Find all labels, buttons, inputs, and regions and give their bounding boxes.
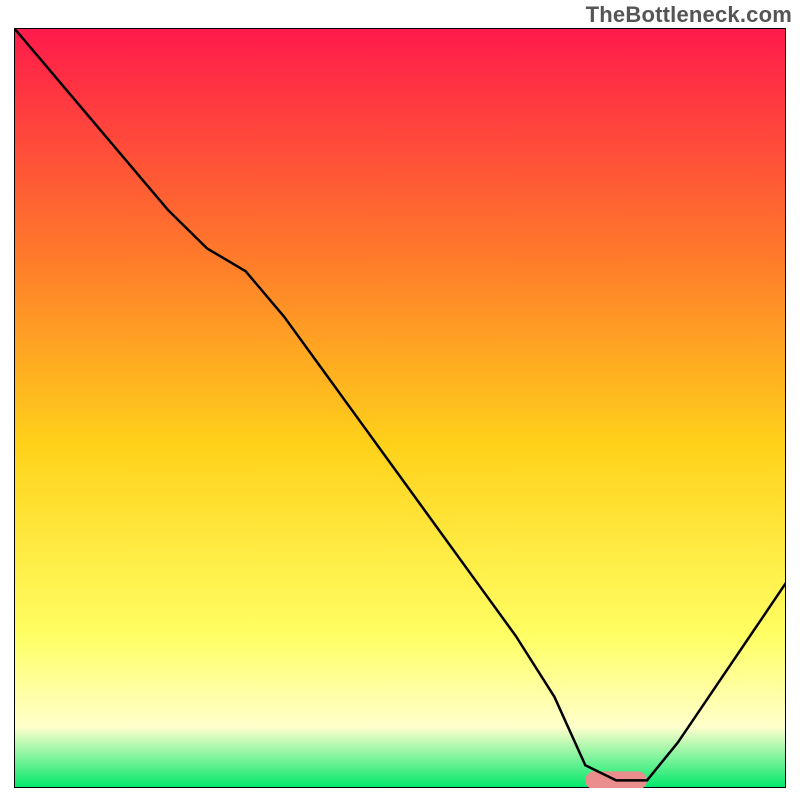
attribution-label: TheBottleneck.com xyxy=(586,2,792,28)
chart-plot-area xyxy=(14,28,786,788)
chart-stage: TheBottleneck.com xyxy=(0,0,800,800)
chart-svg xyxy=(14,28,786,788)
gradient-background xyxy=(14,28,786,788)
